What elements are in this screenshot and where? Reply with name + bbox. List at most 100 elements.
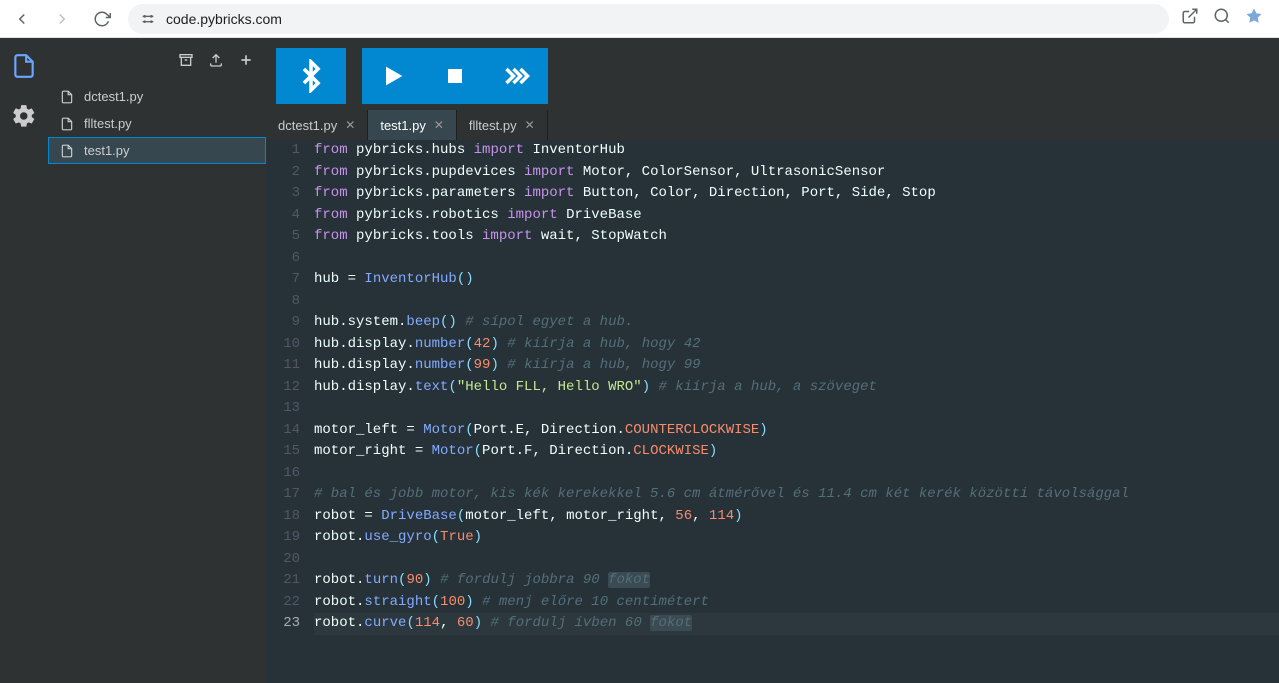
- code-line[interactable]: 16: [266, 463, 1279, 485]
- file-item[interactable]: dctest1.py: [48, 83, 266, 110]
- code-content: from pybricks.tools import wait, StopWat…: [314, 226, 1279, 248]
- run-button[interactable]: [362, 48, 424, 104]
- activity-bar: [0, 38, 48, 683]
- line-number: 7: [266, 269, 314, 291]
- editor-tab[interactable]: dctest1.py ✕: [266, 110, 368, 140]
- code-content: hub.system.beep() # sípol egyet a hub.: [314, 312, 1279, 334]
- file-name: dctest1.py: [84, 89, 143, 104]
- open-external-icon[interactable]: [1181, 7, 1199, 30]
- code-content: robot.use_gyro(True): [314, 527, 1279, 549]
- line-number: 12: [266, 377, 314, 399]
- code-line[interactable]: 8: [266, 291, 1279, 313]
- code-line[interactable]: 10hub.display.number(42) # kiírja a hub,…: [266, 334, 1279, 356]
- line-number: 18: [266, 506, 314, 528]
- browser-toolbar: code.pybricks.com: [0, 0, 1279, 38]
- line-number: 10: [266, 334, 314, 356]
- code-content: # bal és jobb motor, kis kék kerekekkel …: [314, 484, 1279, 506]
- code-line[interactable]: 19robot.use_gyro(True): [266, 527, 1279, 549]
- tab-close-icon[interactable]: ✕: [525, 118, 535, 132]
- code-line[interactable]: 21robot.turn(90) # fordulj jobbra 90 fok…: [266, 570, 1279, 592]
- code-content: hub.display.number(99) # kiírja a hub, h…: [314, 355, 1279, 377]
- nav-back-button[interactable]: [8, 5, 36, 33]
- tab-close-icon[interactable]: ✕: [345, 118, 355, 132]
- file-icon: [60, 117, 74, 131]
- code-content: robot = DriveBase(motor_left, motor_righ…: [314, 506, 1279, 528]
- activity-explorer[interactable]: [6, 48, 42, 84]
- code-content: [314, 248, 1279, 270]
- code-line[interactable]: 3from pybricks.parameters import Button,…: [266, 183, 1279, 205]
- url-text: code.pybricks.com: [166, 11, 1157, 27]
- editor-tabs: dctest1.py✕test1.py✕flltest.py✕: [266, 110, 1279, 140]
- line-number: 5: [266, 226, 314, 248]
- line-number: 8: [266, 291, 314, 313]
- editor-tab[interactable]: flltest.py ✕: [457, 110, 548, 140]
- file-icon: [60, 144, 74, 158]
- code-line[interactable]: 6: [266, 248, 1279, 270]
- code-content: from pybricks.robotics import DriveBase: [314, 205, 1279, 227]
- code-content: hub.display.number(42) # kiírja a hub, h…: [314, 334, 1279, 356]
- code-line[interactable]: 15motor_right = Motor(Port.F, Direction.…: [266, 441, 1279, 463]
- code-line[interactable]: 5from pybricks.tools import wait, StopWa…: [266, 226, 1279, 248]
- line-number: 15: [266, 441, 314, 463]
- main-area: dctest1.py✕test1.py✕flltest.py✕ 1from py…: [266, 38, 1279, 683]
- archive-icon[interactable]: [178, 52, 194, 73]
- code-line[interactable]: 22robot.straight(100) # menj előre 10 ce…: [266, 592, 1279, 614]
- code-line[interactable]: 23robot.curve(114, 60) # fordulj ívben 6…: [266, 613, 1279, 635]
- code-line[interactable]: 2from pybricks.pupdevices import Motor, …: [266, 162, 1279, 184]
- run-button-group: [362, 48, 548, 104]
- code-line[interactable]: 12hub.display.text("Hello FLL, Hello WRO…: [266, 377, 1279, 399]
- activity-settings[interactable]: [6, 98, 42, 134]
- code-content: motor_right = Motor(Port.F, Direction.CL…: [314, 441, 1279, 463]
- line-number: 3: [266, 183, 314, 205]
- code-line[interactable]: 20: [266, 549, 1279, 571]
- line-number: 21: [266, 570, 314, 592]
- tab-label: dctest1.py: [278, 118, 337, 133]
- code-line[interactable]: 4from pybricks.robotics import DriveBase: [266, 205, 1279, 227]
- nav-reload-button[interactable]: [88, 5, 116, 33]
- code-line[interactable]: 13: [266, 398, 1279, 420]
- line-number: 16: [266, 463, 314, 485]
- file-sidebar: dctest1.py flltest.pytest1.py: [48, 38, 266, 683]
- code-line[interactable]: 1from pybricks.hubs import InventorHub: [266, 140, 1279, 162]
- toolbar-right: [1181, 7, 1271, 30]
- new-file-icon[interactable]: [238, 52, 254, 73]
- line-number: 11: [266, 355, 314, 377]
- code-line[interactable]: 11hub.display.number(99) # kiírja a hub,…: [266, 355, 1279, 377]
- line-number: 17: [266, 484, 314, 506]
- tab-label: flltest.py: [469, 118, 517, 133]
- code-line[interactable]: 14motor_left = Motor(Port.E, Direction.C…: [266, 420, 1279, 442]
- code-content: motor_left = Motor(Port.E, Direction.COU…: [314, 420, 1279, 442]
- code-content: [314, 291, 1279, 313]
- stop-button[interactable]: [424, 48, 486, 104]
- file-item[interactable]: test1.py: [48, 137, 266, 164]
- file-list: dctest1.py flltest.pytest1.py: [48, 83, 266, 164]
- code-line[interactable]: 17# bal és jobb motor, kis kék kerekekke…: [266, 484, 1279, 506]
- zoom-icon[interactable]: [1213, 7, 1231, 30]
- code-content: from pybricks.parameters import Button, …: [314, 183, 1279, 205]
- repl-button[interactable]: [486, 48, 548, 104]
- code-line[interactable]: 7hub = InventorHub(): [266, 269, 1279, 291]
- nav-forward-button[interactable]: [48, 5, 76, 33]
- export-icon[interactable]: [208, 52, 224, 73]
- url-bar[interactable]: code.pybricks.com: [128, 4, 1169, 34]
- bluetooth-button[interactable]: [276, 48, 346, 104]
- line-number: 9: [266, 312, 314, 334]
- code-line[interactable]: 9hub.system.beep() # sípol egyet a hub.: [266, 312, 1279, 334]
- line-number: 4: [266, 205, 314, 227]
- line-number: 14: [266, 420, 314, 442]
- sidebar-actions: [48, 44, 266, 83]
- tab-close-icon[interactable]: ✕: [434, 118, 444, 132]
- code-editor[interactable]: 1from pybricks.hubs import InventorHub2f…: [266, 140, 1279, 683]
- code-content: hub.display.text("Hello FLL, Hello WRO")…: [314, 377, 1279, 399]
- code-content: robot.turn(90) # fordulj jobbra 90 fokot: [314, 570, 1279, 592]
- control-bar: [266, 38, 1279, 110]
- line-number: 19: [266, 527, 314, 549]
- file-item[interactable]: flltest.py: [48, 110, 266, 137]
- editor-tab[interactable]: test1.py✕: [368, 110, 457, 140]
- site-settings-icon[interactable]: [140, 11, 156, 27]
- code-line[interactable]: 18robot = DriveBase(motor_left, motor_ri…: [266, 506, 1279, 528]
- code-content: robot.straight(100) # menj előre 10 cent…: [314, 592, 1279, 614]
- code-content: robot.curve(114, 60) # fordulj ívben 60 …: [314, 613, 1279, 635]
- line-number: 2: [266, 162, 314, 184]
- bookmark-star-icon[interactable]: [1245, 7, 1263, 30]
